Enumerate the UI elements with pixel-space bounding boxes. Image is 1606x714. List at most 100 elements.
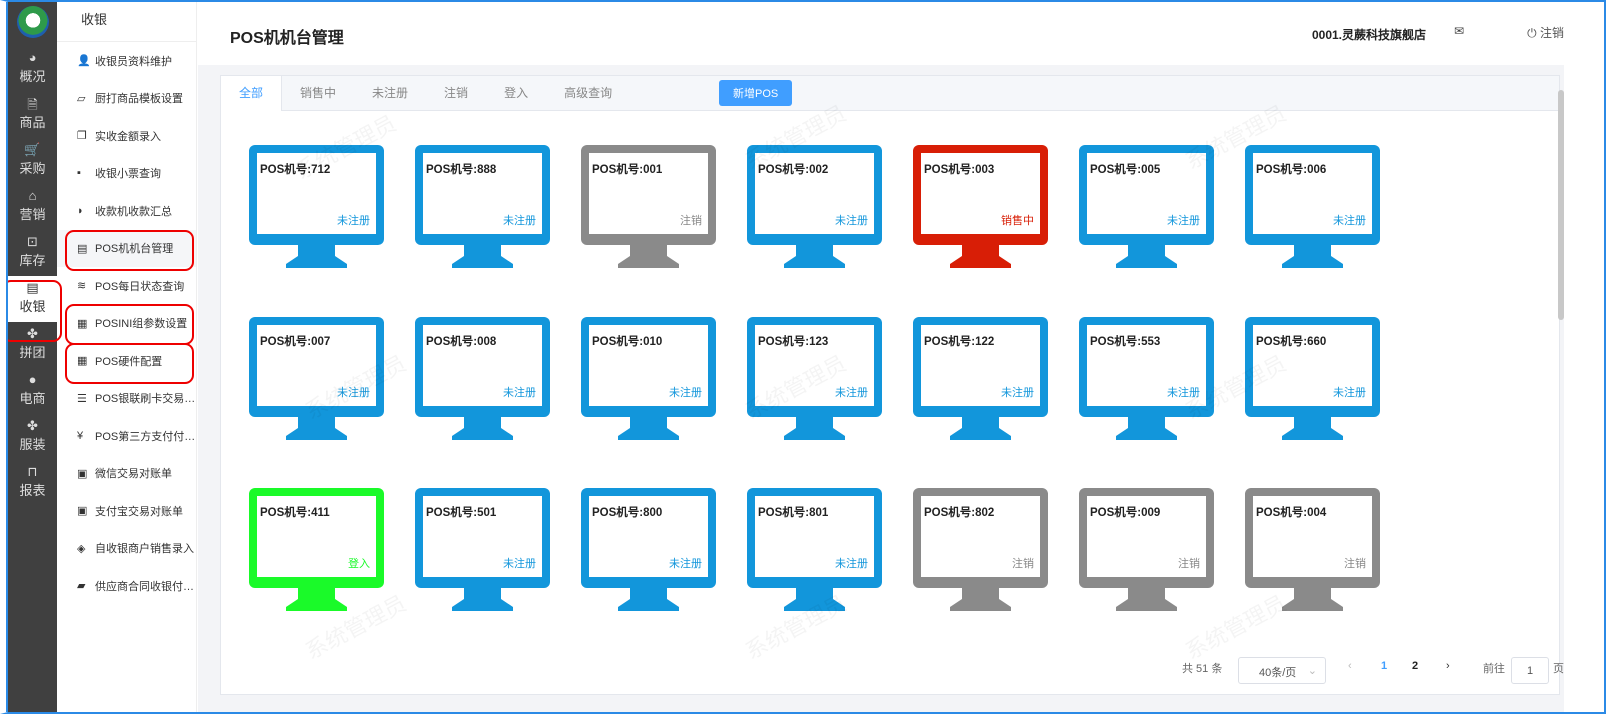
submenu-icon: ▱ bbox=[77, 92, 86, 105]
pos-status: 未注册 bbox=[503, 558, 536, 570]
submenu-item-0[interactable]: 👤 收银员资料维护 bbox=[57, 42, 196, 80]
monitor-stand-icon bbox=[1116, 587, 1177, 611]
tab-1[interactable]: 销售中 bbox=[282, 76, 354, 111]
pos-terminal[interactable]: POS机号:122 未注册 bbox=[913, 316, 1048, 441]
pos-terminal[interactable]: POS机号:800 未注册 bbox=[581, 488, 716, 612]
monitor-stand-icon bbox=[618, 587, 679, 611]
submenu-label: 供应商合同收银付… bbox=[95, 580, 194, 593]
tab-5[interactable]: 高级查询 bbox=[546, 76, 630, 111]
submenu-item-10[interactable]: ¥ POS第三方支付付… bbox=[57, 417, 196, 455]
monitor-stand-icon bbox=[452, 415, 513, 440]
tab-2[interactable]: 未注册 bbox=[354, 76, 426, 111]
monitor-stand-icon bbox=[452, 587, 513, 611]
user-icon: ● bbox=[28, 372, 37, 387]
nav-item-4[interactable]: ⊡ 库存 bbox=[8, 230, 57, 276]
submenu-icon: ▣ bbox=[77, 505, 88, 518]
pos-terminal[interactable]: POS机号:004 注销 bbox=[1245, 488, 1380, 612]
tab-3[interactable]: 注销 bbox=[426, 76, 486, 111]
page-2[interactable]: 2 bbox=[1412, 660, 1418, 672]
nav-label: 概况 bbox=[19, 69, 46, 84]
pos-terminal[interactable]: POS机号:712 未注册 bbox=[249, 145, 384, 269]
monitor-stand-icon bbox=[618, 415, 679, 440]
cart-icon: 🛒 bbox=[24, 142, 41, 157]
pos-terminal[interactable]: POS机号:003 销售中 bbox=[913, 145, 1048, 269]
pos-name: POS机号:888 bbox=[426, 164, 497, 176]
submenu-label: POS第三方支付付… bbox=[95, 430, 196, 443]
pos-terminal[interactable]: POS机号:411 登入 bbox=[249, 488, 384, 612]
pos-name: POS机号:008 bbox=[426, 335, 497, 348]
submenu-label: 收款机收款汇总 bbox=[95, 205, 172, 218]
submenu-icon: ☰ bbox=[77, 392, 87, 405]
submenu-item-1[interactable]: ▱ 厨打商品模板设置 bbox=[57, 80, 196, 118]
pos-terminal[interactable]: POS机号:005 未注册 bbox=[1079, 145, 1214, 269]
pos-status: 未注册 bbox=[503, 386, 536, 399]
pos-name: POS机号:001 bbox=[592, 164, 663, 176]
prev-page-button[interactable]: ‹ bbox=[1348, 660, 1352, 672]
pos-terminal[interactable]: POS机号:009 注销 bbox=[1079, 488, 1214, 612]
page-size-select[interactable]: 40条/页 ⌄ bbox=[1238, 657, 1326, 684]
logout-button[interactable]: ⏻ 注销 bbox=[1527, 24, 1564, 41]
pos-name: POS机号:123 bbox=[758, 335, 829, 348]
pos-name: POS机号:501 bbox=[426, 507, 497, 519]
pos-terminal[interactable]: POS机号:007 未注册 bbox=[249, 316, 384, 441]
submenu-item-12[interactable]: ▣ 支付宝交易对账单 bbox=[57, 492, 196, 530]
nav-label: 电商 bbox=[19, 391, 46, 406]
submenu-item-13[interactable]: ◈ 自收银商户销售录入 bbox=[57, 530, 196, 568]
nav-item-2[interactable]: 🛒 采购 bbox=[8, 138, 57, 184]
nav-item-1[interactable]: 🗎 商品 bbox=[8, 92, 57, 138]
submenu-label: 收银员资料维护 bbox=[95, 55, 172, 68]
scrollbar[interactable] bbox=[1558, 90, 1564, 320]
submenu-item-6[interactable]: ≋ POS每日状态查询 bbox=[57, 267, 196, 305]
next-page-button[interactable]: › bbox=[1446, 660, 1450, 672]
nav-item-7[interactable]: ● 电商 bbox=[8, 368, 57, 414]
pos-name: POS机号:122 bbox=[924, 335, 995, 348]
tag-icon: ⌂ bbox=[28, 188, 37, 203]
tab-0[interactable]: 全部 bbox=[221, 75, 283, 111]
chevron-down-icon: ⌄ bbox=[1307, 665, 1317, 677]
submenu-item-9[interactable]: ☰ POS银联刷卡交易… bbox=[57, 380, 196, 418]
pos-terminal[interactable]: POS机号:002 未注册 bbox=[747, 145, 882, 269]
monitor-stand-icon bbox=[1116, 244, 1177, 268]
monitor-screen: POS机号:001 注销 bbox=[589, 153, 708, 234]
pos-status: 注销 bbox=[680, 215, 702, 227]
pos-status: 注销 bbox=[1178, 558, 1200, 570]
pos-terminal[interactable]: POS机号:008 未注册 bbox=[415, 316, 550, 441]
monitor-stand-icon bbox=[1282, 587, 1343, 611]
pos-terminal[interactable]: POS机号:553 未注册 bbox=[1079, 316, 1214, 441]
pos-status: 未注册 bbox=[503, 215, 536, 227]
submenu-item-2[interactable]: ❐ 实收金额录入 bbox=[57, 117, 196, 155]
pos-status: 未注册 bbox=[337, 386, 370, 399]
monitor-stand-icon bbox=[784, 244, 845, 268]
monitor-screen: POS机号:005 未注册 bbox=[1087, 153, 1206, 234]
pos-status: 未注册 bbox=[835, 558, 868, 570]
pos-terminal[interactable]: POS机号:801 未注册 bbox=[747, 488, 882, 612]
nav-item-0[interactable]: ◕ 概况 bbox=[8, 46, 57, 92]
pos-terminal[interactable]: POS机号:123 未注册 bbox=[747, 316, 882, 441]
pos-terminal[interactable]: POS机号:001 注销 bbox=[581, 145, 716, 269]
pos-terminal[interactable]: POS机号:006 未注册 bbox=[1245, 145, 1380, 269]
submenu-item-4[interactable]: ◗ 收款机收款汇总 bbox=[57, 192, 196, 230]
pos-terminal[interactable]: POS机号:888 未注册 bbox=[415, 145, 550, 269]
pos-terminal[interactable]: POS机号:501 未注册 bbox=[415, 488, 550, 612]
pos-terminal[interactable]: POS机号:660 未注册 bbox=[1245, 316, 1380, 441]
status-tabs: 全部 销售中 未注册 注销 登入 高级查询 新增POS bbox=[221, 75, 1559, 111]
page-1[interactable]: 1 bbox=[1381, 660, 1387, 672]
pos-name: POS机号:010 bbox=[592, 335, 663, 348]
pos-terminal[interactable]: POS机号:010 未注册 bbox=[581, 316, 716, 441]
monitor-screen: POS机号:501 未注册 bbox=[423, 496, 542, 577]
submenu-label: 自收银商户销售录入 bbox=[95, 543, 194, 556]
tab-4[interactable]: 登入 bbox=[486, 76, 546, 111]
page-suffix: 页 bbox=[1553, 663, 1564, 675]
mail-icon[interactable]: ✉ bbox=[1454, 24, 1464, 38]
add-pos-button[interactable]: 新增POS bbox=[719, 80, 793, 106]
submenu-item-14[interactable]: ▰ 供应商合同收银付… bbox=[57, 567, 196, 605]
nav-item-3[interactable]: ⌂ 营销 bbox=[8, 184, 57, 230]
clover-icon: ✤ bbox=[27, 418, 38, 433]
submenu-item-11[interactable]: ▣ 微信交易对账单 bbox=[57, 455, 196, 493]
goto-page-input[interactable] bbox=[1511, 657, 1549, 684]
submenu-item-3[interactable]: ▪ 收银小票查询 bbox=[57, 155, 196, 193]
pos-terminal[interactable]: POS机号:802 注销 bbox=[913, 488, 1048, 612]
nav-item-9[interactable]: ⊓ 报表 bbox=[8, 460, 57, 506]
nav-item-8[interactable]: ✤ 服装 bbox=[8, 414, 57, 460]
pos-status: 注销 bbox=[1344, 558, 1366, 570]
